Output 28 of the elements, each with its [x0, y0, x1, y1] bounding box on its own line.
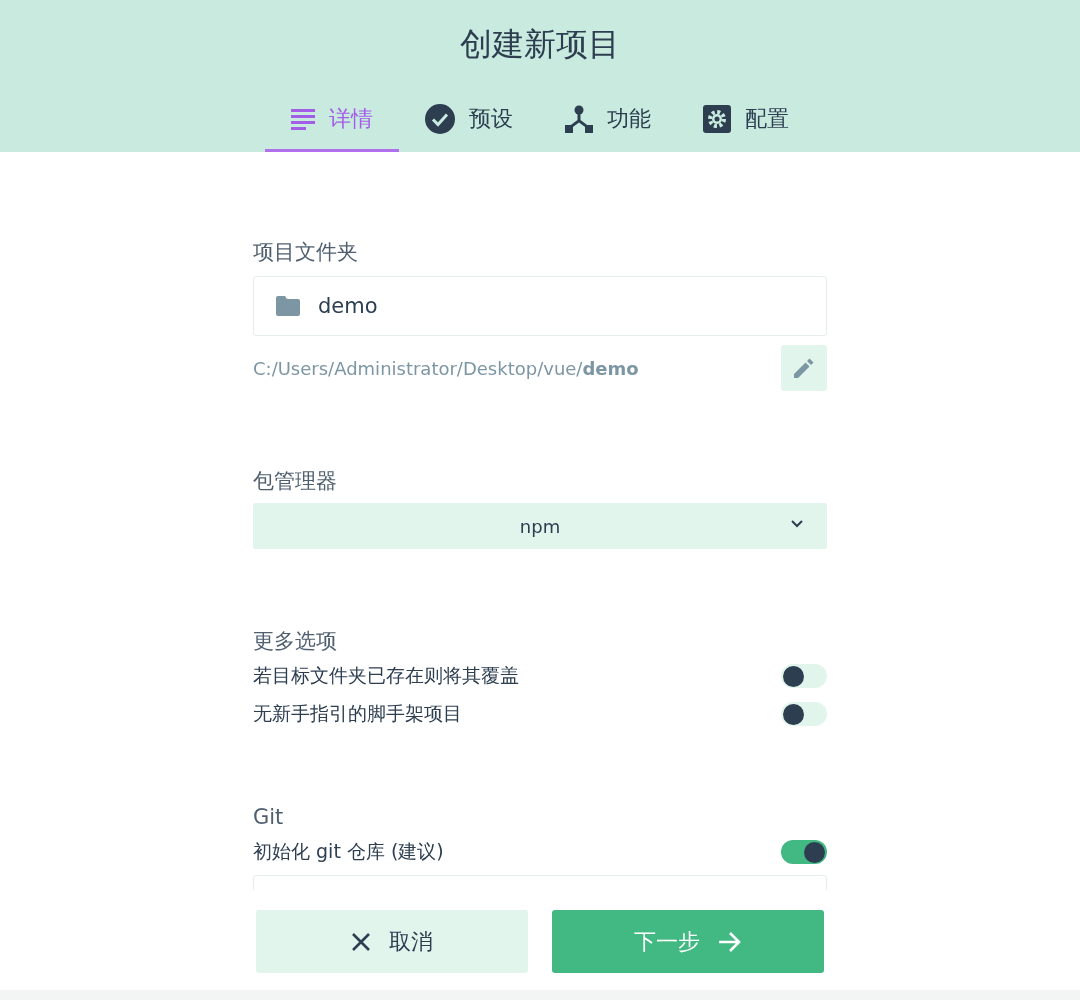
section-label: Git [253, 804, 285, 831]
list-icon [291, 107, 315, 130]
section-label: 项目文件夹 [253, 239, 359, 266]
folder-path: C:/Users/Administrator/Desktop/vue/demo [253, 357, 639, 379]
option-label: 无新手指引的脚手架项目 [253, 701, 462, 726]
toggle-switch[interactable] [781, 840, 827, 864]
arrow-right-icon [718, 930, 742, 953]
check-circle-icon [425, 103, 455, 134]
option-label: 初始化 git 仓库 (建议) [253, 839, 444, 864]
tab[interactable]: 预设 [399, 88, 539, 152]
page-title: 创建新项目 [460, 24, 620, 65]
folder-field[interactable]: demo [253, 276, 827, 336]
edit-button[interactable] [781, 345, 827, 391]
cancel-button[interactable]: 取消 [256, 910, 528, 973]
tab[interactable]: 配置 [677, 88, 815, 152]
folder-icon [276, 296, 300, 316]
close-icon [351, 931, 371, 952]
package-manager-select[interactable]: npm [253, 503, 827, 549]
section-label: 包管理器 [253, 468, 338, 495]
settings-icon [703, 104, 731, 133]
pencil-icon [794, 358, 814, 378]
toggle-switch[interactable] [781, 702, 827, 726]
option-label: 若目标文件夹已存在则将其覆盖 [253, 663, 519, 688]
toggle-switch[interactable] [781, 664, 827, 688]
fork-icon [565, 104, 593, 133]
tab[interactable]: 功能 [539, 88, 677, 152]
section-label: 更多选项 [253, 628, 338, 655]
caret-icon [791, 520, 803, 528]
